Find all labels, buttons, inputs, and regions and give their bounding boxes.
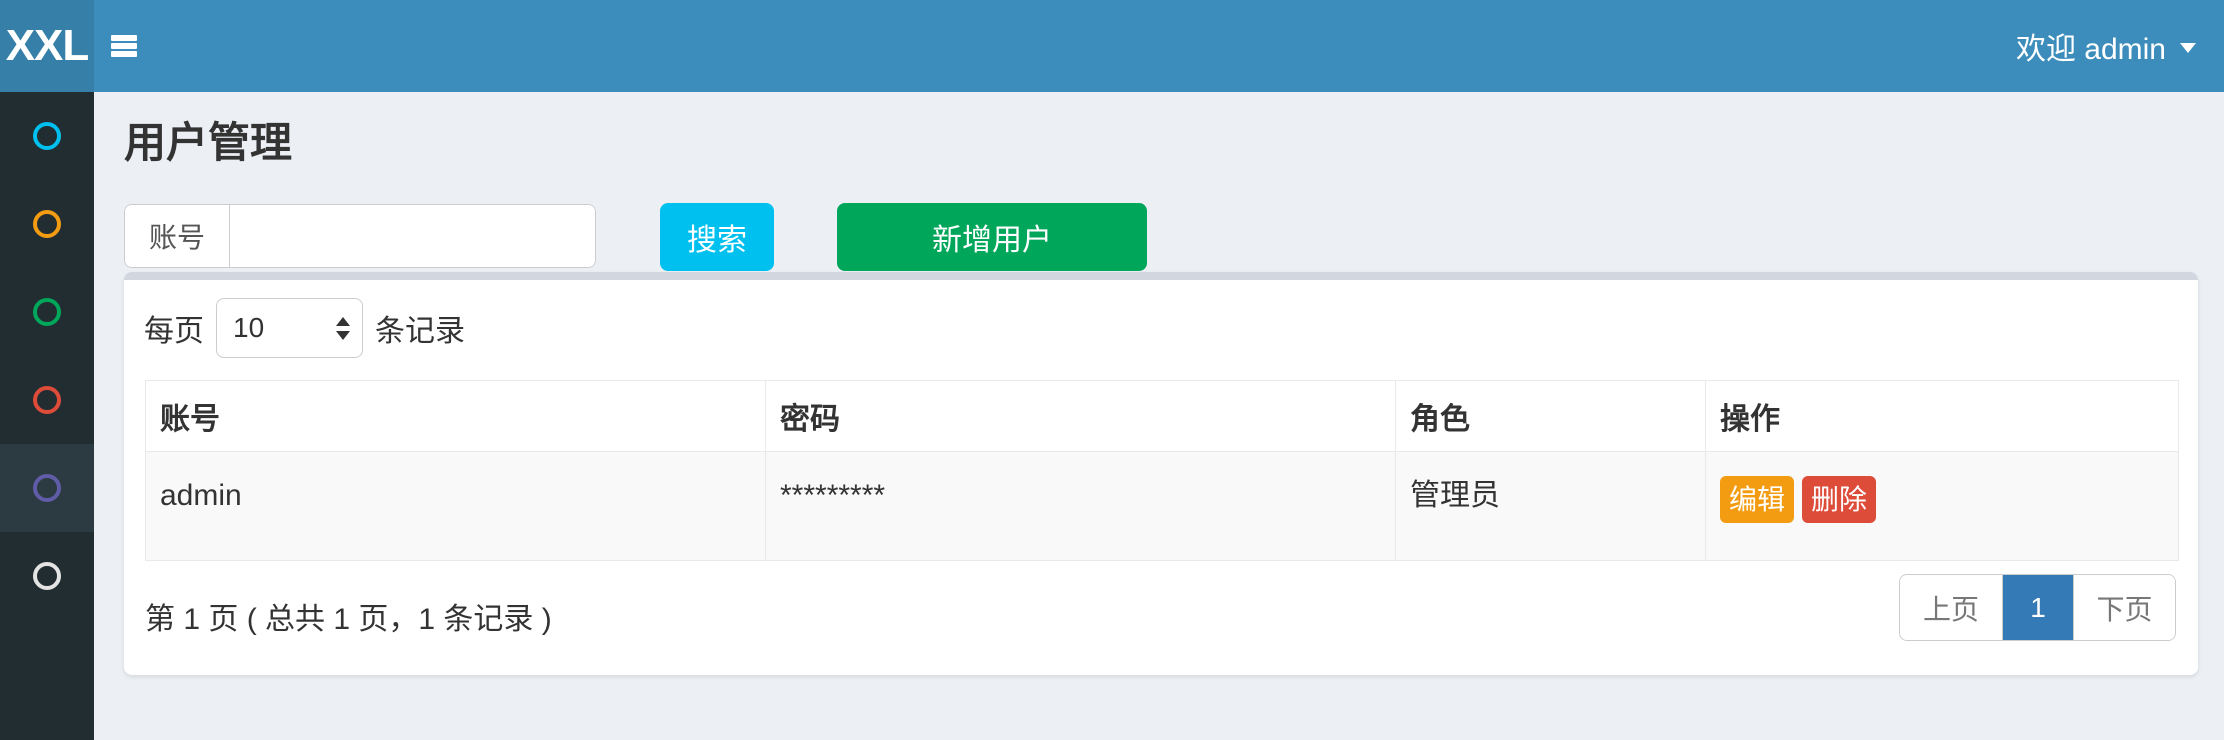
- user-dropdown[interactable]: 欢迎 admin: [2016, 0, 2196, 92]
- hamburger-icon: [111, 51, 137, 57]
- cell-role: 管理员: [1396, 452, 1706, 561]
- hamburger-icon: [111, 35, 137, 41]
- sidebar-item-1[interactable]: [0, 92, 94, 180]
- content-panel: 每页 10 条记录 账号 密码 角色 操作: [124, 272, 2198, 675]
- pagination-info: 第 1 页 ( 总共 1 页，1 条记录 ): [145, 594, 552, 638]
- page-size-control: 每页 10 条记录: [144, 298, 465, 358]
- page-size-suffix: 条记录: [375, 306, 465, 350]
- circle-outline-icon: [33, 562, 61, 590]
- page-size-prefix: 每页: [144, 306, 204, 350]
- col-header-role: 角色: [1396, 381, 1706, 452]
- circle-outline-icon: [33, 474, 61, 502]
- edit-button[interactable]: 编辑: [1720, 476, 1794, 523]
- top-navbar: XXL 欢迎 admin: [0, 0, 2224, 92]
- pagination-controls: 上页 1 下页: [1899, 574, 2176, 641]
- sidebar-nav: [0, 92, 94, 740]
- circle-outline-icon: [33, 210, 61, 238]
- cell-password: *********: [766, 452, 1396, 561]
- welcome-text: 欢迎 admin: [2016, 24, 2166, 68]
- circle-outline-icon: [33, 298, 61, 326]
- users-table: 账号 密码 角色 操作 admin ********* 管理员 编辑 删除: [145, 380, 2179, 561]
- cell-account: admin: [146, 452, 766, 561]
- account-search-input[interactable]: [230, 205, 596, 267]
- sidebar-item-5-active[interactable]: [0, 444, 94, 532]
- table-row: admin ********* 管理员 编辑 删除: [146, 452, 2179, 561]
- app-logo[interactable]: XXL: [0, 0, 94, 92]
- app-window: XXL 欢迎 admin 用户管理: [0, 0, 2224, 740]
- page-size-value: 10: [233, 312, 264, 344]
- sidebar-item-6[interactable]: [0, 532, 94, 620]
- col-header-password: 密码: [766, 381, 1396, 452]
- current-page-button[interactable]: 1: [2003, 575, 2073, 640]
- menu-toggle-button[interactable]: [94, 0, 154, 92]
- col-header-actions: 操作: [1706, 381, 2179, 452]
- col-header-account: 账号: [146, 381, 766, 452]
- search-button[interactable]: 搜索: [660, 203, 774, 271]
- hamburger-icon: [111, 43, 137, 49]
- panel-top-border: [124, 272, 2198, 280]
- sidebar-item-4[interactable]: [0, 356, 94, 444]
- next-page-button[interactable]: 下页: [2073, 575, 2175, 640]
- add-user-button[interactable]: 新增用户: [837, 203, 1147, 271]
- sidebar-item-3[interactable]: [0, 268, 94, 356]
- chevron-down-icon: [2180, 43, 2196, 53]
- cell-actions: 编辑 删除: [1706, 452, 2179, 561]
- prev-page-button[interactable]: 上页: [1900, 575, 2003, 640]
- circle-outline-icon: [33, 122, 61, 150]
- account-search-group: 账号: [124, 204, 596, 268]
- circle-outline-icon: [33, 386, 61, 414]
- select-arrows-icon: [336, 317, 350, 340]
- sidebar-item-2[interactable]: [0, 180, 94, 268]
- page-size-select[interactable]: 10: [216, 298, 363, 358]
- delete-button[interactable]: 删除: [1802, 476, 1876, 523]
- page-title: 用户管理: [124, 120, 292, 166]
- account-label: 账号: [125, 205, 230, 267]
- table-header-row: 账号 密码 角色 操作: [146, 381, 2179, 452]
